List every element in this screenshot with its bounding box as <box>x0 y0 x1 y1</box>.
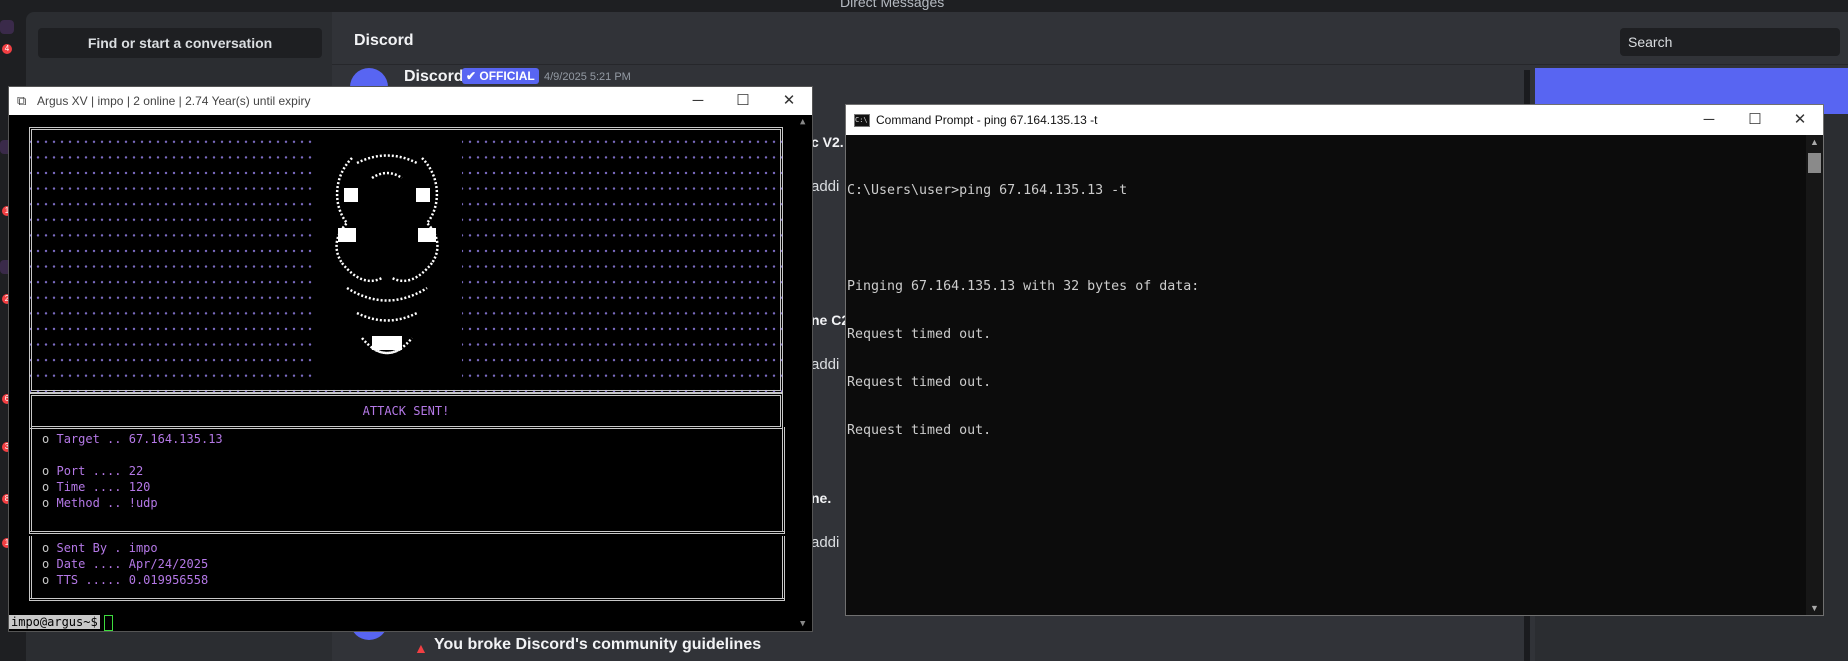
argus-window[interactable]: ⧉ Argus XV | impo | 2 online | 2.74 Year… <box>8 86 813 632</box>
scroll-up-icon[interactable]: ▲ <box>800 117 805 127</box>
ascii-art-image <box>312 138 462 378</box>
message-fragment: addi <box>811 534 840 551</box>
server-badge: 4 <box>2 44 12 54</box>
topbar-title: Direct Messages <box>840 0 945 10</box>
terminal-scrollbar[interactable]: ▲ ▼ <box>798 115 812 631</box>
window-title: Argus XV | impo | 2 online | 2.74 Year(s… <box>37 94 311 108</box>
channel-title: Discord <box>354 32 414 49</box>
message-timestamp: 4/9/2025 5:21 PM <box>544 71 631 83</box>
guidelines-notice[interactable]: You broke Discord's community guidelines <box>434 636 761 654</box>
message-author[interactable]: Discord <box>404 68 464 86</box>
sentby-line: o Sent By . impo <box>42 541 158 555</box>
attack-status: ATTACK SENT! <box>29 393 783 429</box>
scroll-down-icon[interactable]: ▼ <box>1810 603 1819 613</box>
warning-icon: ▲ <box>414 640 428 656</box>
scroll-up-icon[interactable]: ▲ <box>1810 137 1819 147</box>
cmd-line: C:\Users\user>ping 67.164.135.13 -t <box>847 183 1128 198</box>
sender-details-box: o Sent By . impo o Date .... Apr/24/2025… <box>29 536 785 601</box>
cmd-app-icon: C:\ <box>854 114 870 127</box>
ascii-art-box <box>29 127 783 393</box>
date-line: o Date .... Apr/24/2025 <box>42 557 209 571</box>
cmd-titlebar[interactable]: C:\ Command Prompt - ping 67.164.135.13 … <box>846 105 1823 135</box>
cmd-line: Request timed out. <box>847 327 992 342</box>
scroll-down-icon[interactable]: ▼ <box>800 619 805 629</box>
message-fragment: c V2. <box>811 134 844 150</box>
cmd-scrollbar[interactable]: ▲ ▼ <box>1806 135 1823 615</box>
cmd-window[interactable]: C:\ Command Prompt - ping 67.164.135.13 … <box>845 104 1824 616</box>
tts-line: o TTS ..... 0.019956558 <box>42 573 209 587</box>
message-fragment: addi <box>811 178 840 195</box>
scroll-thumb[interactable] <box>1808 153 1821 173</box>
divider <box>29 598 785 602</box>
terminal-body[interactable]: ATTACK SENT! o Target .. 67.164.135.13 o… <box>9 115 812 631</box>
message-fragment: ne. <box>811 490 832 506</box>
cmd-line: Request timed out. <box>847 423 992 438</box>
time-line: o Time .... 120 <box>42 480 151 494</box>
attack-details-box: o Target .. 67.164.135.13 o Port .... 22… <box>29 427 785 534</box>
terminal-prompt[interactable]: impo@argus~$ <box>9 614 113 631</box>
message-fragment: ne C2 <box>811 312 850 328</box>
app-icon: ⧉ <box>17 93 27 108</box>
prompt-text: impo@argus~$ <box>9 615 100 629</box>
divider <box>29 531 785 535</box>
cmd-output[interactable]: C:\Users\user>ping 67.164.135.13 -t Ping… <box>846 135 1806 615</box>
header-divider <box>332 64 1848 65</box>
port-line: o Port .... 22 <box>42 464 144 478</box>
argus-titlebar[interactable]: ⧉ Argus XV | impo | 2 online | 2.74 Year… <box>9 87 812 115</box>
minimize-button[interactable]: ─ <box>1686 106 1732 134</box>
cmd-line <box>847 231 1806 247</box>
close-button[interactable]: ✕ <box>766 87 812 115</box>
method-line: o Method .. !udp <box>42 496 158 510</box>
target-line: o Target .. 67.164.135.13 <box>42 432 223 446</box>
official-badge: ✔ OFFICIAL <box>462 68 539 84</box>
cmd-line: Pinging 67.164.135.13 with 32 bytes of d… <box>847 279 1200 294</box>
cursor <box>103 614 113 631</box>
cmd-line: Request timed out. <box>847 375 992 390</box>
server-icon[interactable] <box>0 20 14 34</box>
message-fragment: addi <box>811 356 840 373</box>
search-input[interactable]: Search <box>1620 28 1840 56</box>
maximize-button[interactable]: ☐ <box>720 87 766 115</box>
cmd-window-title: Command Prompt - ping 67.164.135.13 -t <box>876 113 1098 127</box>
minimize-button[interactable]: ─ <box>675 87 721 115</box>
find-conversation-button[interactable]: Find or start a conversation <box>38 28 322 58</box>
close-button[interactable]: ✕ <box>1777 106 1823 134</box>
maximize-button[interactable]: ☐ <box>1732 106 1778 134</box>
